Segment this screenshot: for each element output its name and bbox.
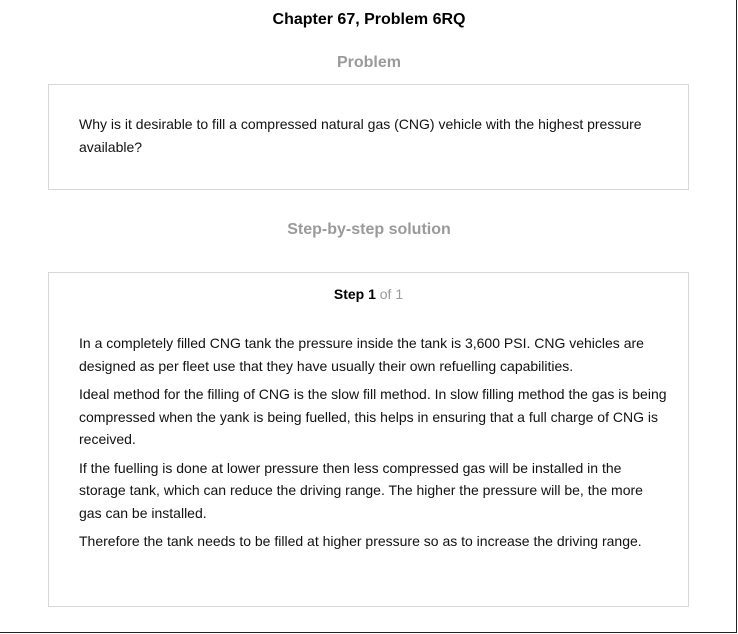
problem-text: Why is it desirable to fill a compressed… bbox=[79, 116, 642, 155]
solution-paragraph: Ideal method for the filling of CNG is t… bbox=[79, 386, 667, 447]
solution-paragraph: In a completely filled CNG tank the pres… bbox=[79, 335, 644, 374]
step-count: of 1 bbox=[379, 286, 404, 302]
solution-paragraph: Therefore the tank needs to be filled at… bbox=[79, 533, 642, 549]
solution-paragraph: If the fuelling is done at lower pressur… bbox=[79, 459, 643, 521]
solution-heading: Step-by-step solution bbox=[287, 221, 451, 238]
solution-body: In a completely filled CNG tank the pres… bbox=[79, 332, 669, 559]
step-label: Step 1 bbox=[333, 286, 376, 302]
problem-box: Why is it desirable to fill a compressed… bbox=[48, 84, 689, 190]
solution-box: Step 1 of 1 In a completely filled CNG t… bbox=[48, 272, 689, 607]
step-header: Step 1 of 1 bbox=[49, 286, 688, 302]
problem-heading: Problem bbox=[336, 54, 401, 71]
page-title: Chapter 67, Problem 6RQ bbox=[272, 11, 466, 28]
